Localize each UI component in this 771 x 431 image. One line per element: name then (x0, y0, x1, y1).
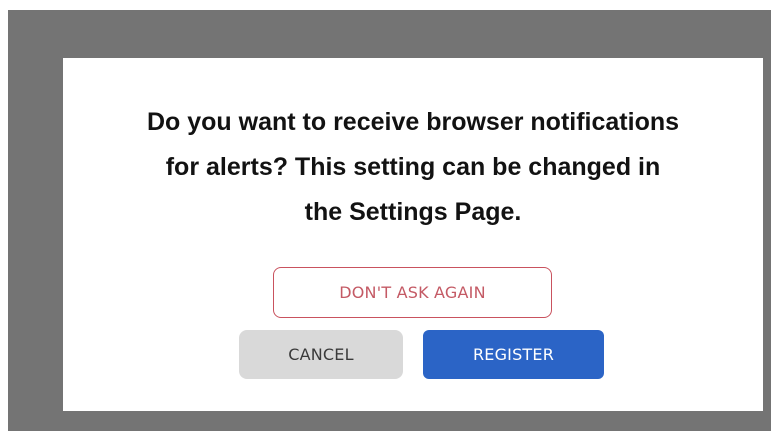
notification-permission-dialog: Do you want to receive browser notificat… (63, 58, 763, 411)
dialog-message: Do you want to receive browser notificat… (63, 100, 763, 235)
modal-overlay: Do you want to receive browser notificat… (8, 10, 771, 431)
dialog-message-line: for alerts? This setting can be changed … (165, 153, 661, 181)
dialog-message-line: the Settings Page. (304, 198, 522, 226)
dialog-message-line: Do you want to receive browser notificat… (146, 108, 680, 136)
register-button[interactable]: REGISTER (423, 330, 604, 379)
dont-ask-again-button[interactable]: DON'T ASK AGAIN (273, 267, 552, 318)
cancel-button[interactable]: CANCEL (239, 330, 403, 379)
